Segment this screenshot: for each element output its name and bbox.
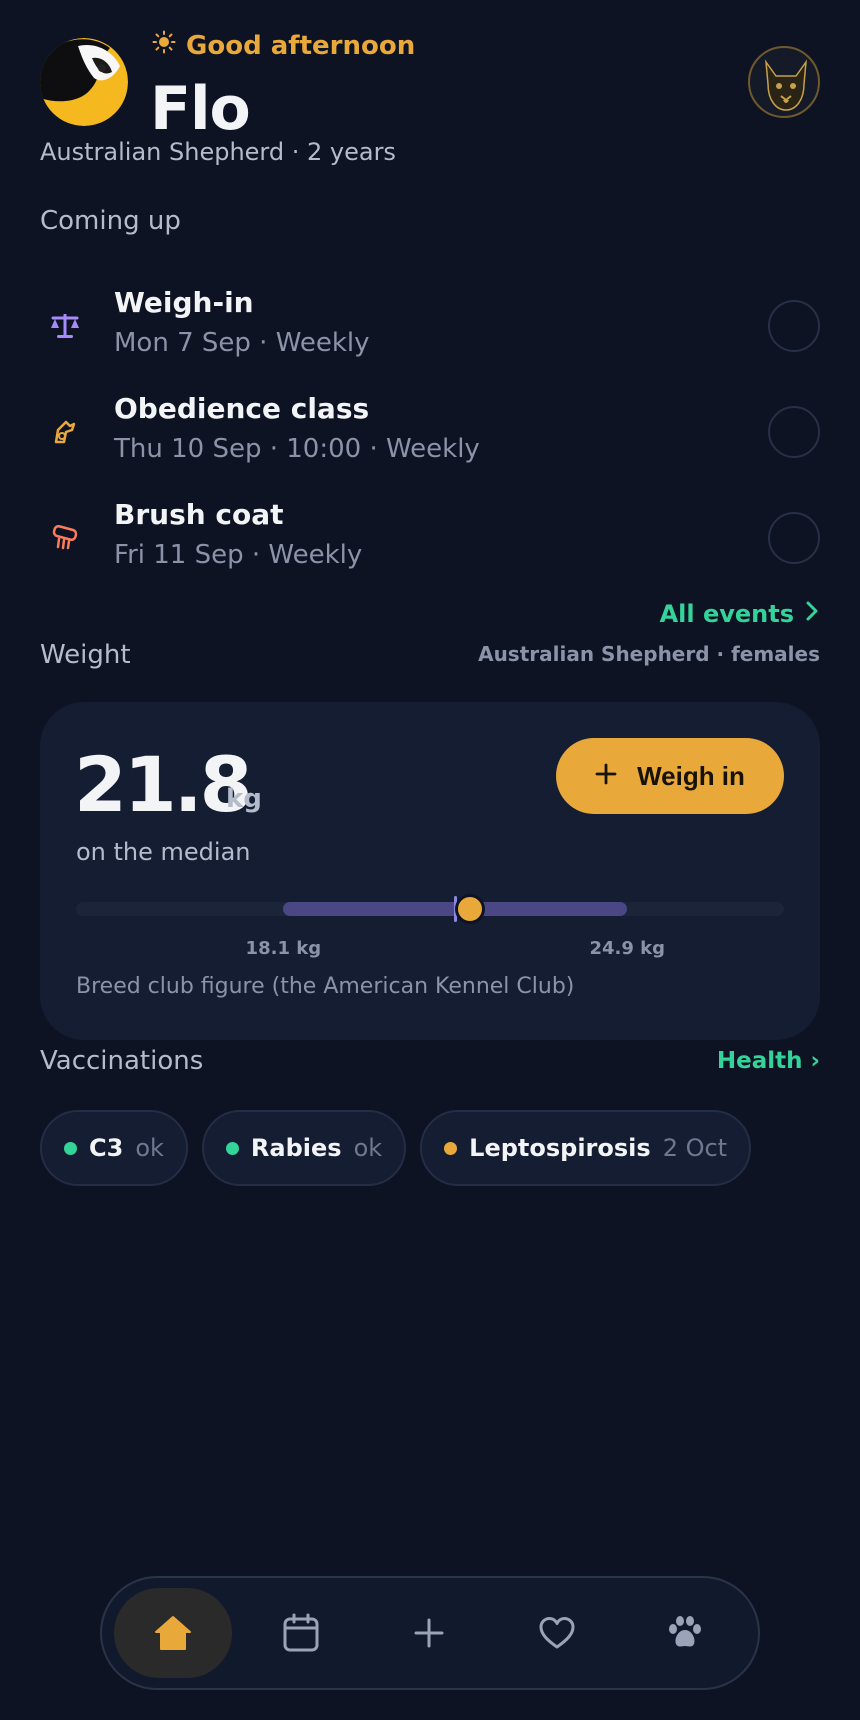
nav-add[interactable] [370,1588,488,1678]
vaccine-name: Leptospirosis [469,1134,651,1162]
event-row-obedience-class[interactable]: Obedience class Thu 10 Sep · 10:00 · Wee… [40,388,820,494]
complete-checkbox[interactable] [768,406,820,458]
all-events-label: All events [659,600,794,628]
health-link[interactable]: Health › [717,1048,820,1074]
home-icon [155,1616,191,1650]
pet-details: Australian Shepherd · 2 years [40,138,396,166]
status-dot [225,1141,239,1155]
all-events-link[interactable]: All events [660,600,820,628]
event-title: Obedience class [114,392,370,425]
status-dot [444,1141,458,1155]
scale-icon [48,308,82,342]
nav-health[interactable] [498,1588,616,1678]
greeting-text: Good afternoon [186,30,416,61]
weight-caption: on the median [76,838,251,866]
vaccine-status: ok [135,1134,164,1162]
vaccination-chip-rabies[interactable]: Rabies ok [201,1110,407,1186]
event-meta: Mon 7 Sep · Weekly [114,328,370,358]
vaccinations-title: Vaccinations [40,1046,204,1076]
complete-checkbox[interactable] [768,512,820,564]
pet-avatar[interactable] [40,38,128,126]
weigh-in-label: Weigh in [637,760,745,791]
vaccination-chip-leptospirosis[interactable]: Leptospirosis 2 Oct [420,1110,752,1186]
nav-pet[interactable] [626,1588,744,1678]
nav-calendar[interactable] [242,1588,360,1678]
pet-name: Flo [150,74,251,144]
vaccine-name: Rabies [250,1134,342,1162]
weight-title: Weight [40,640,131,670]
range-min-label: 18.1 kg [245,938,322,959]
plus-icon [595,761,617,792]
coming-up-title: Coming up [40,206,181,236]
event-row-weigh-in[interactable]: Weigh-in Mon 7 Sep · Weekly [40,282,820,388]
brush-icon [48,520,82,554]
calendar-icon [283,1613,319,1652]
weight-unit: kg [226,784,262,814]
vaccine-name: C3 [89,1134,124,1162]
current-weight-marker [455,894,486,924]
event-row-brush-coat[interactable]: Brush coat Fri 11 Sep · Weekly [40,494,820,600]
vaccination-chips: C3 ok Rabies ok Leptospirosis 2 Oct [40,1110,752,1186]
status-dot [64,1141,77,1155]
event-meta: Thu 10 Sep · 10:00 · Weekly [114,434,480,464]
chevron-right-icon [804,600,820,628]
heart-icon [539,1617,575,1649]
paw-icon [669,1616,701,1647]
bottom-nav [100,1576,760,1690]
dog-training-icon [48,414,82,448]
nav-home[interactable] [114,1588,232,1678]
event-title: Brush coat [114,498,284,531]
dog-badge-icon[interactable] [748,46,820,118]
range-max-label: 24.9 kg [589,938,665,959]
greeting: Good afternoon [152,30,415,61]
complete-checkbox[interactable] [768,300,820,352]
breed-reference: Australian Shepherd · females [478,642,820,666]
vaccine-status: 2 Oct [662,1134,728,1162]
vaccination-chip-c3[interactable]: C3 ok [40,1110,188,1186]
sun-icon [152,30,176,61]
plus-icon [414,1618,444,1648]
pet-avatar-image [40,38,128,126]
event-meta: Fri 11 Sep · Weekly [114,540,363,570]
breed-source-note: Breed club figure (the American Kennel C… [76,974,575,999]
weigh-in-button[interactable]: Weigh in [556,738,784,814]
weight-card: 21.8 kg on the median Weigh in 18.1 kg 2… [40,702,820,1040]
weight-value: 21.8 [74,740,253,829]
vaccine-status: ok [353,1134,383,1162]
event-title: Weigh-in [114,286,254,319]
